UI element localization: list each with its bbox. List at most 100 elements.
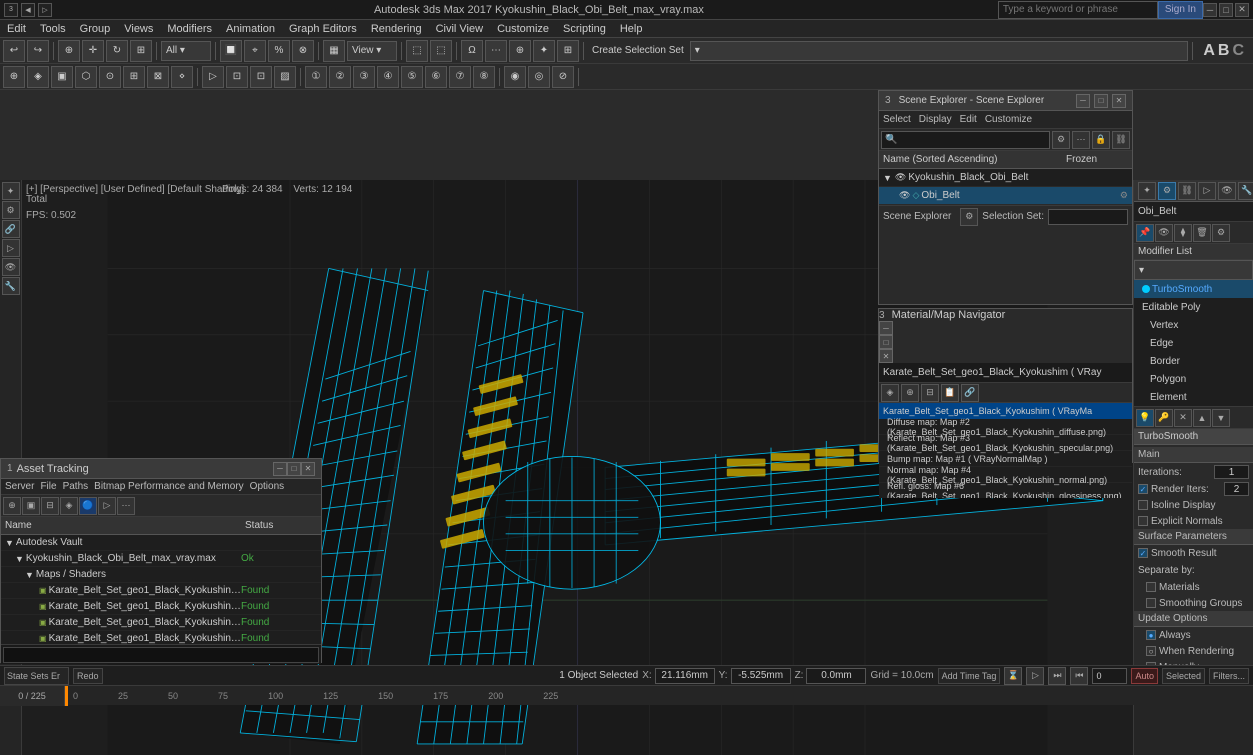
asset-menu-file[interactable]: File — [40, 481, 56, 492]
materials-checkbox[interactable] — [1146, 582, 1156, 592]
when-rendering-radio[interactable]: ○ — [1146, 646, 1156, 656]
tb2-mat-1[interactable]: ◉ — [504, 66, 526, 88]
tb2-render-3[interactable]: ⊡ — [250, 66, 272, 88]
modifier-element[interactable]: Element — [1134, 388, 1253, 406]
se-selection-set-input[interactable] — [1048, 209, 1128, 225]
se-row-parent[interactable]: ▼ 👁 Kyokushin_Black_Obi_Belt — [879, 169, 1132, 187]
mat-item-2[interactable]: Reflect map: Map #3 (Karate_Belt_Set_geo… — [879, 435, 1132, 451]
tb2-anim-4[interactable]: ④ — [377, 66, 399, 88]
modifier-vertex[interactable]: Vertex — [1134, 316, 1253, 334]
mat-nav-btn4[interactable]: 📋 — [941, 384, 959, 402]
tb2-btn-4[interactable]: ⬡ — [75, 66, 97, 88]
asset-row-gloss[interactable]: ▣ Karate_Belt_Set_geo1_Black_Kyokushin_g… — [1, 599, 321, 615]
menu-graph-editors[interactable]: Graph Editors — [286, 20, 360, 37]
se-close-btn[interactable]: ✕ — [1112, 94, 1126, 108]
se-filter-btn[interactable]: ⚙ — [1052, 131, 1070, 149]
menu-group[interactable]: Group — [77, 20, 114, 37]
remove-modifier-btn[interactable]: 🗑 — [1193, 224, 1211, 242]
modify-tab[interactable]: ⚙ — [2, 201, 20, 219]
tb-extra-2[interactable]: ⊕ — [509, 40, 531, 62]
selected-btn[interactable]: Selected — [1162, 668, 1205, 684]
tb2-mat-3[interactable]: ⊘ — [552, 66, 574, 88]
redo-button-status[interactable]: Redo — [73, 668, 103, 684]
mod-tab-display[interactable]: 👁 — [1218, 182, 1236, 200]
se-menu-select[interactable]: Select — [883, 114, 911, 125]
mod-btn-delete[interactable]: ✕ — [1174, 409, 1192, 427]
tb2-anim-5[interactable]: ⑤ — [401, 66, 423, 88]
mat-nav-btn3[interactable]: ⊟ — [921, 384, 939, 402]
mat-maximize-btn[interactable]: □ — [879, 335, 893, 349]
quick-access[interactable]: ◀ — [21, 3, 35, 17]
asset-close-btn[interactable]: ✕ — [301, 462, 315, 476]
mat-nav-btn5[interactable]: 🔗 — [961, 384, 979, 402]
tb2-anim-3[interactable]: ③ — [353, 66, 375, 88]
tb-extra-4[interactable]: ⊞ — [557, 40, 579, 62]
tb2-anim-1[interactable]: ① — [305, 66, 327, 88]
mod-tab-utility[interactable]: 🔧 — [1238, 182, 1253, 200]
asset-btn-5[interactable]: 🔵 — [79, 497, 97, 515]
tb-extra-3[interactable]: ✦ — [533, 40, 555, 62]
asset-row-diffuse[interactable]: ▣ Karate_Belt_Set_geo1_Black_Kyokushin_d… — [1, 583, 321, 599]
key-mode-btn[interactable]: ⌛ — [1004, 667, 1022, 685]
asset-btn-2[interactable]: ▣ — [22, 497, 40, 515]
select-button[interactable]: ⊕ — [58, 40, 80, 62]
show-end-result[interactable]: 👁 — [1155, 224, 1173, 242]
close-button[interactable]: ✕ — [1235, 3, 1249, 17]
coord-z-input[interactable] — [806, 668, 866, 684]
tb2-btn-3[interactable]: ▣ — [51, 66, 73, 88]
tb2-btn-5[interactable]: ⊙ — [99, 66, 121, 88]
se-lock-btn[interactable]: 🔒 — [1092, 131, 1110, 149]
coord-x-input[interactable] — [655, 668, 715, 684]
selection-filter[interactable]: Ω — [461, 40, 483, 62]
mod-tab-motion[interactable]: ▷ — [1198, 182, 1216, 200]
make-unique-btn[interactable]: ⧫ — [1174, 224, 1192, 242]
selection-set-dropdown[interactable]: ▾ — [690, 41, 1189, 61]
mod-btn-up[interactable]: ▲ — [1193, 409, 1211, 427]
last-frame-btn[interactable]: ⏮ — [1070, 667, 1088, 685]
tb2-btn-1[interactable]: ⊕ — [3, 66, 25, 88]
undo-button[interactable]: ↩ — [3, 40, 25, 62]
tb2-btn-7[interactable]: ⊠ — [147, 66, 169, 88]
asset-btn-1[interactable]: ⊕ — [3, 497, 21, 515]
hierarchy-tab[interactable]: 🔗 — [2, 220, 20, 238]
maximize-button[interactable]: □ — [1219, 3, 1233, 17]
tb2-anim-7[interactable]: ⑦ — [449, 66, 471, 88]
asset-menu-options[interactable]: Options — [250, 481, 284, 492]
tb2-btn-6[interactable]: ⊞ — [123, 66, 145, 88]
render-iters-checkbox[interactable]: ✓ — [1138, 484, 1148, 494]
view-dropdown[interactable]: View ▾ — [347, 41, 397, 61]
mat-item-5[interactable]: Refl. gloss: Map #6 (Karate_Belt_Set_geo… — [879, 483, 1132, 498]
angle-snap[interactable]: ⌖ — [244, 40, 266, 62]
render-iters-input[interactable] — [1224, 482, 1249, 496]
asset-maximize-btn[interactable]: □ — [287, 462, 301, 476]
menu-customize[interactable]: Customize — [494, 20, 552, 37]
asset-row-max[interactable]: ▼ Kyokushin_Black_Obi_Belt_max_vray.max … — [1, 551, 321, 567]
asset-row-ior[interactable]: ▣ Karate_Belt_Set_geo1_Black_Kyokushin_i… — [1, 615, 321, 631]
se-minimize-btn[interactable]: ─ — [1076, 94, 1090, 108]
mat-close-btn[interactable]: ✕ — [879, 349, 893, 363]
percent-snap[interactable]: % — [268, 40, 290, 62]
modifier-dropdown[interactable]: ▾ — [1134, 260, 1253, 280]
asset-row-normal[interactable]: ▣ Karate_Belt_Set_geo1_Black_Kyokushin_n… — [1, 631, 321, 644]
motion-tab[interactable]: ▷ — [2, 239, 20, 257]
always-radio[interactable]: ● — [1146, 630, 1156, 640]
se-row-child[interactable]: 👁 ◇ Obi_Belt ⚙ — [879, 187, 1132, 205]
rotate-button[interactable]: ↻ — [106, 40, 128, 62]
tb2-link[interactable]: ⋄ — [171, 66, 193, 88]
filters-btn[interactable]: Filters... — [1209, 668, 1249, 684]
mod-tab-modify[interactable]: ⚙ — [1158, 182, 1176, 200]
tb-extra-1[interactable]: ⋯ — [485, 40, 507, 62]
menu-edit[interactable]: Edit — [4, 20, 29, 37]
asset-btn-3[interactable]: ⊟ — [41, 497, 59, 515]
window-cross[interactable]: ⬚ — [430, 40, 452, 62]
mod-btn-down[interactable]: ▼ — [1212, 409, 1230, 427]
tb2-anim-2[interactable]: ② — [329, 66, 351, 88]
utility-tab[interactable]: 🔧 — [2, 277, 20, 295]
coord-y-input[interactable] — [731, 668, 791, 684]
asset-row-maps[interactable]: ▼ Maps / Shaders — [1, 567, 321, 583]
add-time-tag-btn[interactable]: Add Time Tag — [938, 668, 1001, 684]
se-maximize-btn[interactable]: □ — [1094, 94, 1108, 108]
redo-button[interactable]: ↪ — [27, 40, 49, 62]
mod-btn-light[interactable]: 💡 — [1136, 409, 1154, 427]
se-extra-btn[interactable]: ⋯ — [1072, 131, 1090, 149]
